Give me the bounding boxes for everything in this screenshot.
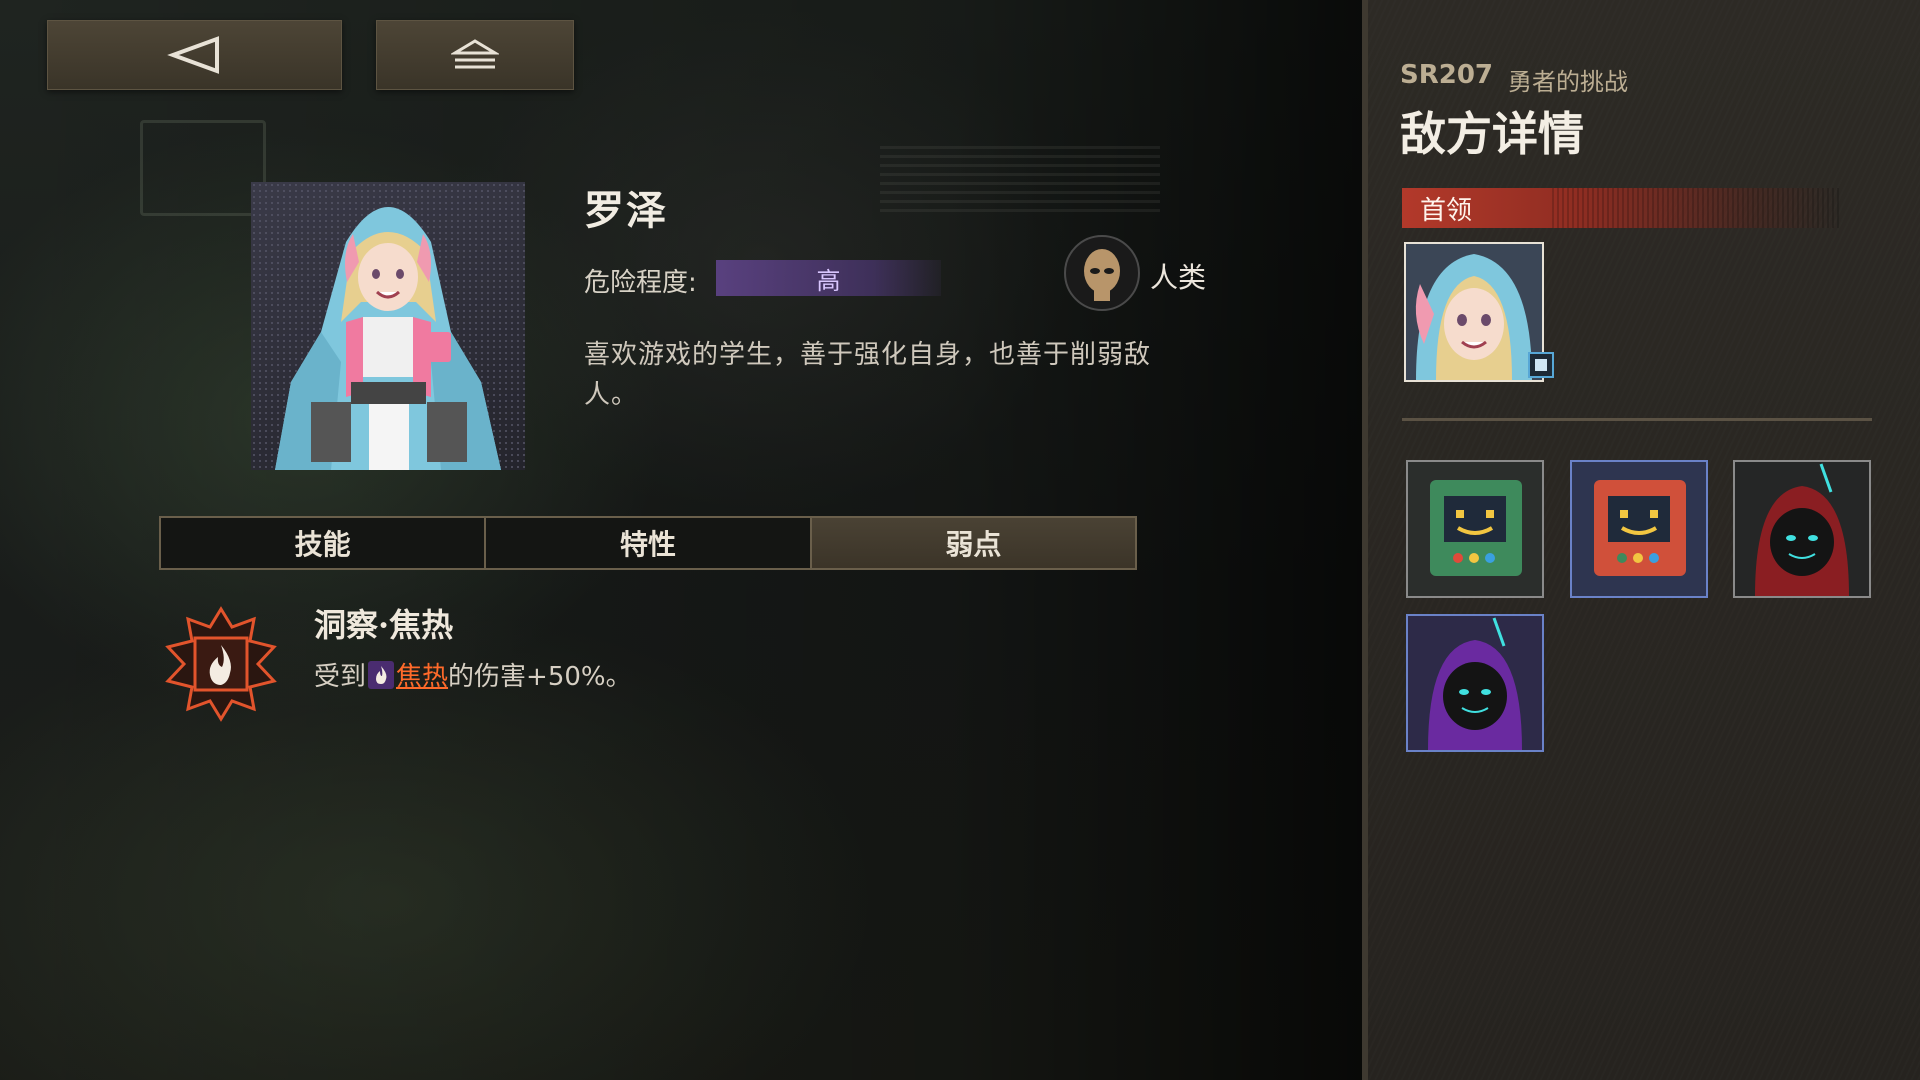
hooded-bunny-purple-icon (1408, 616, 1542, 750)
panel-divider (1402, 418, 1872, 421)
fire-icon (162, 605, 280, 723)
burn-element-link[interactable]: 焦热 (396, 656, 448, 693)
enemy-portrait (251, 182, 525, 470)
weakness-suffix: 的伤害+50%。 (448, 662, 632, 692)
enemy-name: 罗泽 (584, 187, 668, 234)
home-button[interactable] (376, 20, 574, 90)
race-label: 人类 (1150, 261, 1207, 294)
stage-name: 勇者的挑战 (1508, 68, 1628, 96)
boss-card[interactable] (1404, 242, 1544, 382)
boss-banner: 首领 (1402, 188, 1842, 228)
arcade-robot-red-icon (1572, 462, 1706, 596)
tab-traits[interactable]: 特性 (484, 518, 810, 568)
hooded-bunny-red-icon (1735, 462, 1869, 596)
screen: 罗泽 危险程度: 高 人类 喜欢游戏的学生，善于强化自身，也善于削弱敌人。 技能… (0, 0, 1920, 1080)
background-text-decoration (880, 146, 1160, 216)
tab-weakness[interactable]: 弱点 (809, 518, 1135, 568)
danger-level-label: 危险程度: (584, 268, 697, 298)
burn-element-icon (368, 660, 395, 689)
boss-label: 首领 (1420, 195, 1473, 226)
boss-badge-icon (1528, 352, 1554, 378)
arcade-robot-green-icon (1408, 462, 1542, 596)
weakness-prefix: 受到 (314, 662, 367, 692)
weakness-description: 受到 焦热 的伤害+50%。 (314, 656, 632, 693)
minion-card-hooded-purple[interactable] (1406, 614, 1544, 752)
panel-title: 敌方详情 (1400, 107, 1584, 161)
danger-level-value: 高 (816, 266, 841, 295)
weakness-title: 洞察·焦热 (314, 606, 454, 644)
background-decoration (140, 120, 266, 216)
detail-tabs: 技能 特性 弱点 (159, 516, 1137, 570)
minion-card-arcade-red[interactable] (1570, 460, 1708, 598)
home-eject-icon (451, 39, 499, 69)
tab-skills[interactable]: 技能 (161, 518, 485, 568)
danger-level-bar: 高 (716, 260, 941, 296)
enemy-description: 喜欢游戏的学生，善于强化自身，也善于削弱敌人。 (584, 340, 1152, 410)
back-button[interactable] (47, 20, 342, 90)
human-race-icon (1064, 235, 1140, 311)
enemy-list-panel: SR207 勇者的挑战 敌方详情 首领 (1362, 0, 1920, 1080)
minion-card-arcade-green[interactable] (1406, 460, 1544, 598)
minion-card-hooded-red[interactable] (1733, 460, 1871, 598)
back-triangle-icon (166, 36, 219, 74)
stage-code: SR207 (1400, 60, 1494, 90)
